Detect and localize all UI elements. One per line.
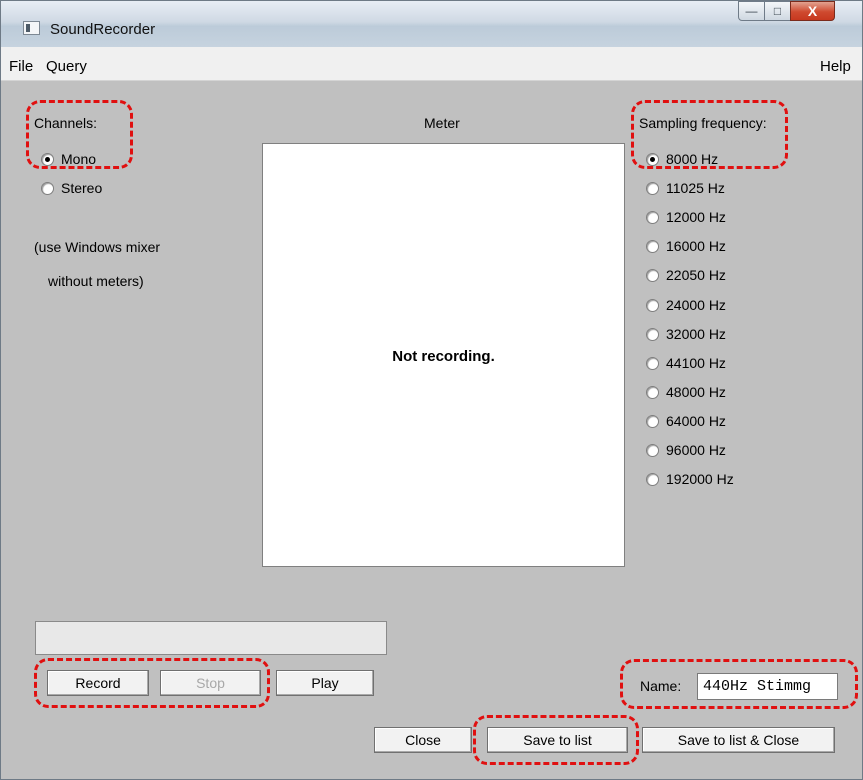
radio-indicator <box>646 356 659 370</box>
radio-sampling-frequency[interactable]: 8000 Hz <box>646 151 718 167</box>
channels-note-line2: without meters) <box>48 273 144 289</box>
radio-stereo-label: Stereo <box>61 180 103 196</box>
radio-indicator <box>646 414 659 428</box>
radio-indicator <box>41 181 54 195</box>
radio-sampling-frequency[interactable]: 96000 Hz <box>646 442 726 458</box>
menu-query[interactable]: Query <box>46 58 87 75</box>
radio-indicator <box>646 210 659 224</box>
meter-panel: Not recording. <box>262 143 625 567</box>
menu-bar: File Query Help <box>1 47 862 81</box>
recording-status: Not recording. <box>392 348 495 365</box>
save-to-list-button[interactable]: Save to list <box>487 727 628 753</box>
radio-stereo[interactable]: Stereo <box>41 180 102 196</box>
radio-sampling-frequency[interactable]: 24000 Hz <box>646 297 726 313</box>
radio-sampling-frequency[interactable]: 11025 Hz <box>646 180 725 196</box>
radio-mono[interactable]: Mono <box>41 151 96 167</box>
radio-indicator <box>646 268 659 282</box>
app-icon <box>23 21 40 35</box>
radio-sampling-frequency[interactable]: 44100 Hz <box>646 355 726 371</box>
channels-note-line1: (use Windows mixer <box>34 239 161 255</box>
close-button[interactable]: Close <box>374 727 472 753</box>
radio-sampling-frequency-label: 48000 Hz <box>666 384 726 400</box>
radio-sampling-frequency-label: 16000 Hz <box>666 238 726 254</box>
radio-sampling-frequency-label: 44100 Hz <box>666 355 726 371</box>
radio-indicator <box>646 298 659 312</box>
save-to-list-close-button[interactable]: Save to list & Close <box>642 727 835 753</box>
radio-sampling-frequency-label: 11025 Hz <box>666 180 725 196</box>
radio-indicator <box>646 327 659 341</box>
radio-indicator <box>646 472 659 486</box>
close-window-button[interactable]: X <box>790 1 835 21</box>
radio-sampling-frequency-label: 192000 Hz <box>666 471 734 487</box>
radio-indicator <box>646 152 659 166</box>
radio-sampling-frequency[interactable]: 48000 Hz <box>646 384 726 400</box>
radio-sampling-frequency-label: 24000 Hz <box>666 297 726 313</box>
record-button[interactable]: Record <box>47 670 149 696</box>
radio-sampling-frequency[interactable]: 32000 Hz <box>646 326 726 342</box>
radio-sampling-frequency-label: 96000 Hz <box>666 442 726 458</box>
radio-sampling-frequency-label: 64000 Hz <box>666 413 726 429</box>
radio-mono-label: Mono <box>61 151 97 167</box>
radio-indicator <box>646 385 659 399</box>
radio-indicator <box>646 239 659 253</box>
window-title: SoundRecorder <box>50 21 156 38</box>
name-label: Name: <box>640 678 682 694</box>
menu-file[interactable]: File <box>9 58 33 75</box>
stop-button[interactable]: Stop <box>160 670 261 696</box>
channels-label: Channels: <box>34 115 98 131</box>
radio-indicator <box>646 181 659 195</box>
radio-sampling-frequency-label: 12000 Hz <box>666 209 726 225</box>
radio-sampling-frequency[interactable]: 22050 Hz <box>646 267 726 283</box>
play-button[interactable]: Play <box>276 670 374 696</box>
radio-indicator <box>41 152 54 166</box>
maximize-button[interactable]: □ <box>764 1 791 21</box>
sound-recorder-window: SoundRecorder — □ X File Query Help Chan… <box>0 0 863 780</box>
radio-sampling-frequency[interactable]: 16000 Hz <box>646 238 726 254</box>
meter-label: Meter <box>424 115 460 131</box>
radio-sampling-frequency[interactable]: 12000 Hz <box>646 209 726 225</box>
menu-help[interactable]: Help <box>820 58 851 75</box>
radio-sampling-frequency-label: 32000 Hz <box>666 326 726 342</box>
radio-sampling-frequency-label: 22050 Hz <box>666 267 726 283</box>
radio-sampling-frequency-label: 8000 Hz <box>666 151 719 167</box>
level-progress-field <box>35 621 387 655</box>
radio-indicator <box>646 443 659 457</box>
radio-sampling-frequency[interactable]: 64000 Hz <box>646 413 726 429</box>
sampling-frequency-label: Sampling frequency: <box>639 115 767 131</box>
name-input[interactable]: 440Hz Stimmg <box>697 673 838 700</box>
radio-sampling-frequency[interactable]: 192000 Hz <box>646 471 734 487</box>
minimize-button[interactable]: — <box>738 1 765 21</box>
title-bar[interactable]: SoundRecorder — □ X <box>1 1 862 47</box>
